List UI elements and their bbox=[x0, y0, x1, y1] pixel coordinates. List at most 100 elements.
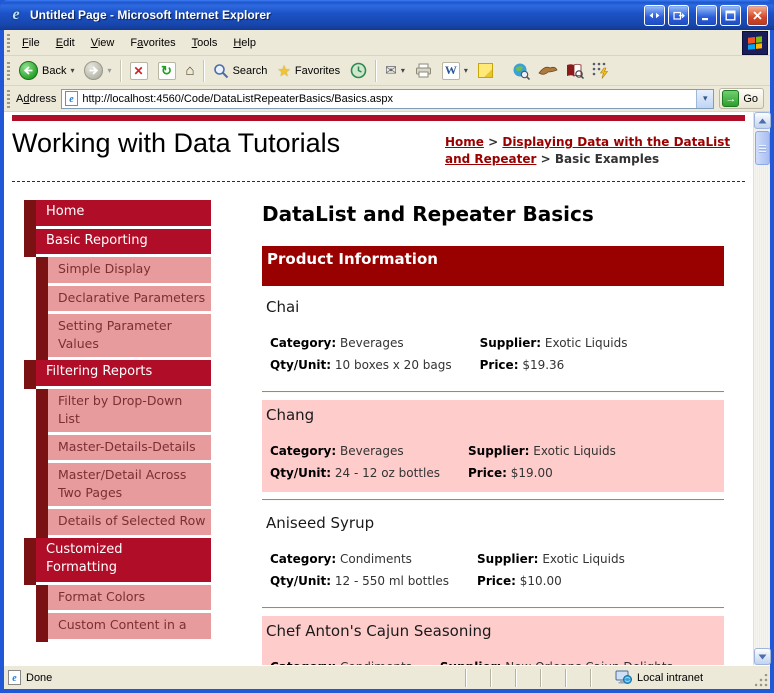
address-dropdown-button[interactable]: ▾ bbox=[696, 89, 714, 108]
sidebar-item-label: Declarative Parameters bbox=[58, 289, 206, 305]
edit-dropdown-caret[interactable]: ▾ bbox=[464, 66, 468, 75]
favorites-button[interactable]: ★ Favorites bbox=[272, 60, 345, 82]
forward-dropdown-caret[interactable]: ▾ bbox=[107, 66, 111, 75]
product-name: Chang bbox=[266, 405, 315, 424]
web-page: Working with Data Tutorials Home > Displ… bbox=[4, 112, 753, 665]
search-button[interactable]: Search bbox=[208, 61, 273, 81]
page-title: DataList and Repeater Basics bbox=[262, 201, 594, 226]
scroll-up-button[interactable] bbox=[754, 112, 771, 129]
svg-text:e: e bbox=[70, 94, 75, 105]
maximize-button[interactable] bbox=[720, 4, 741, 26]
research-book-icon[interactable] bbox=[566, 63, 584, 79]
forward-button[interactable]: ▾ bbox=[79, 59, 116, 82]
stop-button[interactable]: ✕ bbox=[125, 60, 153, 82]
sidebar-item-filter-by-drop-down-list[interactable]: Filter by Drop-Down List bbox=[36, 388, 211, 436]
qty-label: Qty/Unit: bbox=[270, 357, 332, 372]
sidebar-item-filtering-reports[interactable]: Filtering Reports bbox=[24, 359, 211, 389]
sidebar-item-master-details-details[interactable]: Master-Details-Details bbox=[36, 435, 211, 464]
section-banner: Product Information bbox=[262, 245, 724, 286]
scroll-down-button[interactable] bbox=[754, 648, 771, 665]
category-label: Category: bbox=[270, 335, 337, 350]
sidebar-item-label: Master-Details-Details bbox=[58, 439, 196, 455]
favorites-star-icon: ★ bbox=[277, 62, 291, 80]
address-bar: Address e http://localhost:4560/Code/Dat… bbox=[4, 86, 770, 112]
messenger-grid-icon[interactable] bbox=[592, 62, 609, 79]
breadcrumb-link[interactable]: Home bbox=[445, 135, 484, 149]
edit-with-word-button[interactable]: W ▾ bbox=[437, 60, 473, 82]
pop-out-button[interactable] bbox=[668, 4, 689, 26]
refresh-button[interactable]: ↻ bbox=[153, 60, 181, 82]
sidebar-item-details-of-selected-row[interactable]: Details of Selected Row bbox=[36, 509, 211, 538]
menu-item-view[interactable]: View bbox=[83, 33, 123, 53]
sidebar-item-format-colors[interactable]: Format Colors bbox=[36, 585, 211, 614]
stop-icon: ✕ bbox=[133, 63, 144, 78]
vertical-scrollbar[interactable] bbox=[753, 112, 771, 665]
search-icon bbox=[213, 63, 228, 78]
product-item: Chef Anton's Cajun Seasoning Category: C… bbox=[262, 615, 724, 665]
go-button[interactable]: → Go bbox=[719, 88, 764, 109]
product-name: Chef Anton's Cajun Seasoning bbox=[266, 621, 492, 640]
sidebar-item-master-detail-across-two-pages[interactable]: Master/Detail Across Two Pages bbox=[36, 463, 211, 510]
menu-grip-handle[interactable] bbox=[7, 33, 10, 52]
address-label: Address bbox=[16, 92, 57, 105]
mail-dropdown-caret[interactable]: ▾ bbox=[401, 66, 405, 75]
price-value: $19.00 bbox=[510, 465, 553, 480]
mail-button[interactable]: ✉ ▾ bbox=[380, 60, 410, 81]
minimize-button[interactable] bbox=[696, 4, 717, 26]
home-button[interactable]: ⌂ bbox=[181, 60, 200, 81]
scroll-down-icon bbox=[758, 654, 767, 659]
back-dropdown-caret[interactable]: ▾ bbox=[70, 66, 74, 75]
toolbar-separator bbox=[119, 59, 122, 82]
sidebar-item-home[interactable]: Home bbox=[24, 199, 211, 229]
site-title: Working with Data Tutorials bbox=[12, 128, 341, 158]
status-bar: e Done Local intranet bbox=[4, 665, 770, 689]
discuss-button[interactable] bbox=[473, 61, 498, 80]
sidebar-item-basic-reporting[interactable]: Basic Reporting bbox=[24, 228, 211, 258]
back-icon bbox=[19, 61, 38, 80]
supplier-value: Exotic Liquids bbox=[542, 551, 625, 566]
bird-icon[interactable] bbox=[538, 64, 558, 78]
sidebar-item-custom-content-in-a[interactable]: Custom Content in a bbox=[36, 613, 211, 642]
status-pane-separator bbox=[590, 668, 592, 687]
address-input[interactable]: e http://localhost:4560/Code/DataListRep… bbox=[61, 88, 715, 109]
print-icon bbox=[415, 63, 431, 78]
qty-label: Qty/Unit: bbox=[270, 465, 332, 480]
resize-arrows-button[interactable] bbox=[644, 4, 665, 26]
close-button[interactable] bbox=[747, 4, 768, 26]
sidebar-item-label: Setting Parameter Values bbox=[58, 317, 172, 351]
sidebar-item-setting-parameter-values[interactable]: Setting Parameter Values bbox=[36, 313, 211, 361]
history-button[interactable] bbox=[345, 60, 372, 81]
sidebar-navigation: Home Basic Reporting Simple Display Declara… bbox=[24, 199, 211, 665]
scrollbar-thumb[interactable] bbox=[754, 131, 770, 165]
back-button[interactable]: Back ▾ bbox=[14, 59, 79, 82]
toolbar-separator bbox=[202, 59, 205, 82]
product-name: Chai bbox=[266, 297, 300, 316]
sidebar-item-label: Master/Detail Across Two Pages bbox=[58, 467, 187, 501]
product-item: Chai Category: Beverages Supplier: Exoti… bbox=[262, 292, 724, 384]
word-icon: W bbox=[444, 63, 457, 77]
menu-item-edit[interactable]: Edit bbox=[48, 33, 83, 53]
toolbar-grip-handle[interactable] bbox=[7, 61, 10, 80]
status-page-icon: e bbox=[8, 670, 21, 685]
ie-logo-icon: e bbox=[12, 6, 20, 23]
window-resize-grip[interactable] bbox=[755, 673, 769, 688]
addressbar-grip-handle[interactable] bbox=[7, 89, 10, 108]
globe-search-icon[interactable] bbox=[512, 62, 530, 80]
sidebar-item-simple-display[interactable]: Simple Display bbox=[36, 257, 211, 286]
category-value: Beverages bbox=[339, 443, 404, 458]
product-item: Aniseed Syrup Category: Condiments Suppl… bbox=[262, 508, 724, 600]
menu-item-favorites[interactable]: Favorites bbox=[122, 33, 183, 53]
price-label: Price: bbox=[468, 465, 507, 480]
menu-item-tools[interactable]: Tools bbox=[184, 33, 226, 53]
menu-item-help[interactable]: Help bbox=[225, 33, 264, 53]
sidebar-item-customized-formatting[interactable]: Customized Formatting bbox=[24, 537, 211, 585]
print-button[interactable] bbox=[410, 61, 437, 80]
favorites-label: Favorites bbox=[294, 64, 341, 77]
refresh-icon: ↻ bbox=[161, 62, 172, 78]
supplier-value: Exotic Liquids bbox=[544, 335, 628, 350]
address-url[interactable]: http://localhost:4560/Code/DataListRepea… bbox=[82, 93, 696, 105]
price-value: $10.00 bbox=[519, 573, 562, 588]
sidebar-item-declarative-parameters[interactable]: Declarative Parameters bbox=[36, 285, 211, 314]
menu-item-file[interactable]: File bbox=[14, 33, 48, 53]
windows-logo bbox=[742, 31, 768, 55]
